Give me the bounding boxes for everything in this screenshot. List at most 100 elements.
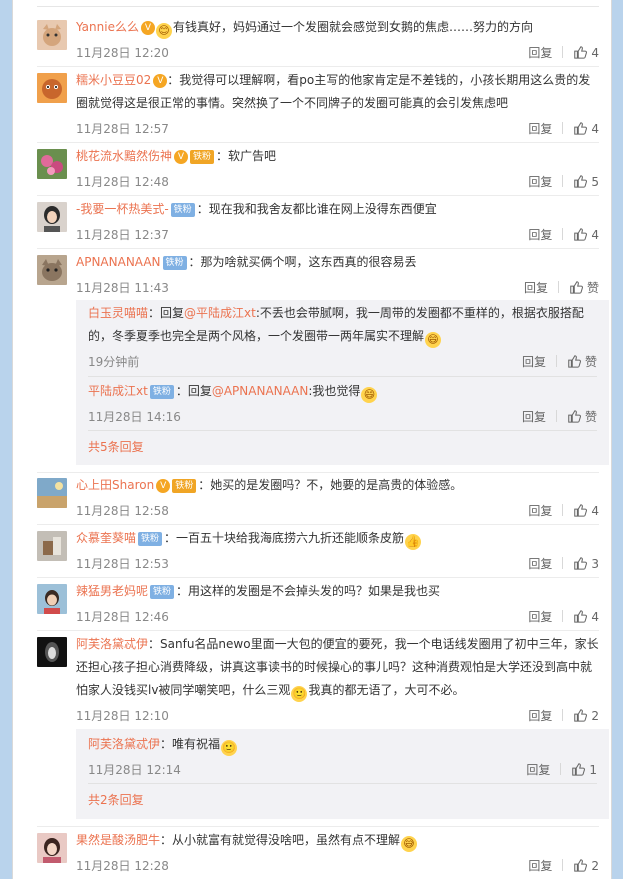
- like-count: 4: [591, 228, 599, 242]
- thumbs-up-icon: [574, 122, 588, 135]
- username[interactable]: 桃花流水黯然伤神: [76, 149, 172, 163]
- divider: [37, 66, 599, 67]
- reply-button[interactable]: 回复: [528, 225, 552, 245]
- like-button[interactable]: 赞: [569, 278, 599, 298]
- like-button[interactable]: 2: [573, 706, 599, 726]
- divider: [37, 524, 599, 525]
- mention-link[interactable]: @APNANANAAN: [212, 384, 309, 398]
- timestamp: 11月28日 12:57: [76, 122, 169, 136]
- like-button[interactable]: 1: [571, 760, 597, 780]
- comment-text: ：软广告吧: [216, 149, 277, 163]
- avatar[interactable]: [37, 255, 67, 285]
- divider: [88, 430, 597, 431]
- username[interactable]: 白玉灵喵喵: [88, 306, 148, 320]
- thumbs-up-icon: [574, 709, 588, 722]
- like-count: 赞: [584, 410, 597, 424]
- reply-button[interactable]: 回复: [528, 43, 552, 63]
- avatar[interactable]: [37, 73, 67, 103]
- like-button[interactable]: 5: [573, 172, 599, 192]
- reply-thread: 白玉灵喵喵：回复@平陆成江xt:不丢也会带腻啊，我一周带的发圈都不重样的，根据衣…: [76, 300, 609, 465]
- vip-badge-icon: V: [174, 150, 189, 164]
- timestamp: 11月28日 12:48: [76, 175, 169, 189]
- comment-panel: Yannie么么 V 😊 有钱真好，妈妈通过一个发圈就会感觉到女鹅的焦虑……努力的方向…: [12, 0, 612, 879]
- reply-button[interactable]: 回复: [528, 706, 552, 726]
- like-button[interactable]: 赞: [567, 352, 597, 372]
- reply-text: ：唯有祝福: [160, 737, 221, 751]
- more-replies-link[interactable]: 共5条回复: [88, 438, 144, 455]
- fan-badge: 铁粉: [170, 203, 195, 217]
- reply-item: 白玉灵喵喵：回复@平陆成江xt:不丢也会带腻啊，我一周带的发圈都不重样的，根据衣…: [88, 302, 597, 372]
- thumbs-up-icon: [572, 763, 586, 776]
- fan-badge: 铁粉: [190, 150, 215, 164]
- reply-button[interactable]: 回复: [528, 856, 552, 876]
- like-count: 2: [591, 709, 599, 723]
- username[interactable]: Yannie么么: [76, 20, 139, 34]
- reply-text: ：回复: [148, 306, 185, 320]
- timestamp: 11月28日 14:16: [88, 410, 181, 424]
- like-button[interactable]: 4: [573, 501, 599, 521]
- comment-text: ：用这样的发圈是不会掉头发的吗？如果是我也买: [176, 584, 441, 598]
- like-button[interactable]: 赞: [567, 407, 597, 427]
- thumbs-up-icon: [568, 355, 581, 368]
- reply-button[interactable]: 回复: [528, 119, 552, 139]
- username[interactable]: APNANANAAN: [76, 255, 161, 269]
- username[interactable]: 辣猛男老妈呢: [76, 584, 148, 598]
- like-count: 4: [591, 122, 599, 136]
- username[interactable]: 阿芙洛黛忒伊: [76, 637, 148, 651]
- avatar[interactable]: [37, 202, 67, 232]
- fan-badge: 铁粉: [172, 479, 197, 493]
- username[interactable]: 阿芙洛黛忒伊: [88, 737, 160, 751]
- like-button[interactable]: 2: [573, 856, 599, 876]
- reply-button[interactable]: 回复: [524, 278, 548, 298]
- comment-text: 我真的都无语了，大可不必。: [308, 683, 465, 697]
- avatar[interactable]: [37, 478, 67, 508]
- more-replies-link[interactable]: 共2条回复: [88, 791, 144, 808]
- like-count: 4: [591, 46, 599, 60]
- like-button[interactable]: 3: [573, 554, 599, 574]
- reply-text: ：回复: [175, 384, 212, 398]
- divider: [37, 142, 599, 143]
- like-button[interactable]: 4: [573, 119, 599, 139]
- reply-button[interactable]: 回复: [528, 501, 552, 521]
- avatar[interactable]: [37, 149, 67, 179]
- reply-button[interactable]: 回复: [528, 172, 552, 192]
- divider: [37, 195, 599, 196]
- username[interactable]: 众慕奎葵喵: [76, 531, 136, 545]
- username[interactable]: 果然是酸汤肥牛: [76, 833, 160, 847]
- thumbs-up-icon: [574, 504, 588, 517]
- avatar[interactable]: [37, 531, 67, 561]
- avatar[interactable]: [37, 584, 67, 614]
- like-button[interactable]: 4: [573, 43, 599, 63]
- emoji-icon: 🙂: [291, 686, 308, 702]
- like-button[interactable]: 4: [573, 225, 599, 245]
- avatar[interactable]: [37, 637, 67, 667]
- mention-link[interactable]: @平陆成江xt: [184, 306, 256, 320]
- vip-badge-icon: V: [153, 74, 168, 88]
- divider: [88, 783, 597, 784]
- reply-button[interactable]: 回复: [528, 607, 552, 627]
- username[interactable]: -我要一杯热美式-: [76, 202, 169, 216]
- reply-text: :我也觉得: [308, 384, 361, 398]
- top-divider: [37, 6, 599, 7]
- username[interactable]: 糯米小豆豆02: [76, 73, 151, 87]
- like-button[interactable]: 4: [573, 607, 599, 627]
- divider: [37, 472, 599, 473]
- reply-button[interactable]: 回复: [522, 407, 546, 427]
- comment-text: ：从小就富有就觉得没啥吧，虽然有点不理解: [160, 833, 401, 847]
- reply-button[interactable]: 回复: [522, 352, 546, 372]
- thumbs-up-icon: [568, 410, 581, 423]
- fan-badge: 铁粉: [138, 532, 163, 546]
- vip-badge-icon: V: [156, 479, 171, 493]
- username[interactable]: 平陆成江xt: [88, 384, 148, 398]
- timestamp: 11月28日 12:14: [88, 763, 181, 777]
- username[interactable]: 心上田Sharon: [76, 478, 154, 492]
- thumbs-up-icon: [574, 859, 588, 872]
- like-count: 2: [591, 859, 599, 873]
- reply-button[interactable]: 回复: [528, 554, 552, 574]
- emoji-icon: 😅: [401, 836, 418, 852]
- like-count: 4: [591, 610, 599, 624]
- avatar[interactable]: [37, 20, 67, 50]
- avatar[interactable]: [37, 833, 67, 863]
- reply-button[interactable]: 回复: [526, 760, 550, 780]
- divider: [37, 826, 599, 827]
